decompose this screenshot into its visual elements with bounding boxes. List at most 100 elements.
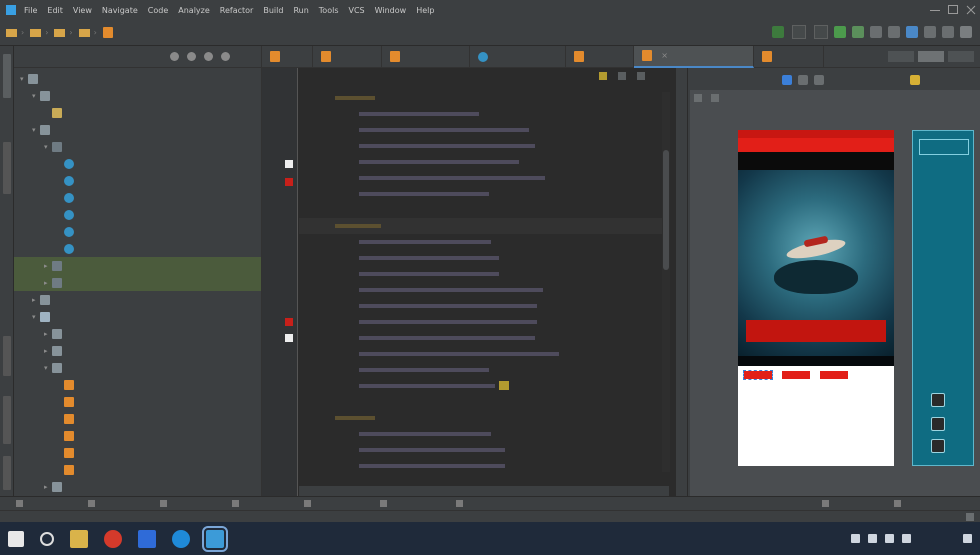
tree-item-class[interactable] <box>14 223 261 240</box>
tree-item-class[interactable] <box>14 155 261 172</box>
tool-todo[interactable] <box>16 500 72 507</box>
menu-file[interactable]: File <box>24 6 37 15</box>
orientation-icon[interactable] <box>798 75 808 85</box>
app-icon[interactable] <box>138 529 156 548</box>
blueprint-button[interactable] <box>931 393 945 407</box>
phone-button[interactable] <box>743 370 773 380</box>
gear-icon[interactable] <box>204 52 213 61</box>
tree-item-manifest-file[interactable] <box>14 104 261 121</box>
blueprint-preview[interactable] <box>912 130 974 466</box>
tree-item-class[interactable] <box>14 172 261 189</box>
expand-arrow-icon[interactable]: ▾ <box>44 143 52 151</box>
movie-poster-image[interactable] <box>738 152 894 366</box>
collapse-arrow-icon[interactable]: ▸ <box>44 262 52 270</box>
tool-terminal[interactable] <box>88 500 144 507</box>
menu-tools[interactable]: Tools <box>319 6 339 15</box>
android-studio-taskbar-icon[interactable] <box>202 525 228 552</box>
color-swatch-icon[interactable] <box>285 178 293 186</box>
menu-analyze[interactable]: Analyze <box>178 6 210 15</box>
close-tab-icon[interactable]: × <box>661 51 668 60</box>
menu-run[interactable]: Run <box>293 6 308 15</box>
tree-item-layout-file[interactable] <box>14 410 261 427</box>
menu-vcs[interactable]: VCS <box>349 6 365 15</box>
favorites-tool-tab[interactable] <box>3 396 11 444</box>
tree-item-package-test[interactable]: ▸ <box>14 274 261 291</box>
sync-icon[interactable] <box>906 26 918 38</box>
collapse-icon[interactable] <box>187 52 196 61</box>
device-select[interactable] <box>814 25 828 39</box>
wifi-icon[interactable] <box>885 533 894 543</box>
build-icon[interactable] <box>772 26 784 38</box>
volume-icon[interactable] <box>902 533 911 543</box>
tree-item-package[interactable]: ▾ <box>14 138 261 155</box>
design-mode-button[interactable] <box>948 51 974 62</box>
tool-event-log[interactable] <box>822 500 878 507</box>
expand-arrow-icon[interactable]: ▾ <box>20 75 28 83</box>
menu-view[interactable]: View <box>73 6 92 15</box>
device-icon[interactable] <box>814 75 824 85</box>
profile-icon[interactable] <box>870 26 882 38</box>
editor-tab[interactable] <box>313 45 383 68</box>
menu-build[interactable]: Build <box>263 6 283 15</box>
blueprint-button[interactable] <box>931 417 945 431</box>
tree-item-drawable[interactable]: ▸ <box>14 325 261 342</box>
run-icon[interactable] <box>834 26 846 38</box>
run-config-select[interactable] <box>792 25 806 39</box>
collapse-arrow-icon[interactable]: ▸ <box>44 330 52 338</box>
editor-tab[interactable] <box>754 45 824 68</box>
zoom-in-icon[interactable] <box>694 94 702 102</box>
avd-manager-icon[interactable] <box>924 26 936 38</box>
build-variants-tab[interactable] <box>3 456 11 490</box>
clock[interactable] <box>921 528 955 548</box>
code-mode-button[interactable] <box>888 51 914 62</box>
arrow-down-icon[interactable] <box>636 72 645 80</box>
zoom-out-icon[interactable] <box>710 94 719 102</box>
menu-edit[interactable]: Edit <box>47 6 63 15</box>
tree-item-manifests[interactable]: ▾ <box>14 87 261 104</box>
close-icon[interactable] <box>966 5 976 15</box>
tool-layout-inspector[interactable] <box>894 500 964 507</box>
editor-tab[interactable] <box>382 45 470 68</box>
editor-scrollbar[interactable] <box>662 92 670 472</box>
tree-item-layout-file[interactable] <box>14 376 261 393</box>
phone-button[interactable] <box>820 371 848 379</box>
tree-item-class[interactable] <box>14 189 261 206</box>
tool-run[interactable] <box>456 500 516 507</box>
browser-icon[interactable] <box>104 529 122 548</box>
color-swatch-icon[interactable] <box>285 160 293 168</box>
tree-item-package-android-test[interactable]: ▸ <box>14 257 261 274</box>
collapse-arrow-icon[interactable]: ▸ <box>44 279 52 287</box>
structure-tool-tab[interactable] <box>3 336 11 376</box>
tree-item-java[interactable]: ▾ <box>14 121 261 138</box>
menu-refactor[interactable]: Refactor <box>220 6 254 15</box>
design-canvas[interactable] <box>690 90 980 496</box>
tree-item-font[interactable]: ▸ <box>14 342 261 359</box>
editor-tab-active[interactable]: × <box>634 45 754 68</box>
collapse-arrow-icon[interactable]: ▸ <box>44 347 52 355</box>
tree-item-layout-file[interactable] <box>14 393 261 410</box>
tree-item-layout-file[interactable] <box>14 427 261 444</box>
collapse-arrow-icon[interactable]: ▸ <box>44 483 52 491</box>
tree-item-layout-file[interactable] <box>14 444 261 461</box>
tool-logcat[interactable] <box>232 500 288 507</box>
split-mode-button[interactable] <box>918 51 944 62</box>
menu-code[interactable]: Code <box>148 6 168 15</box>
resource-manager-tab[interactable] <box>3 142 11 194</box>
editor-tab[interactable] <box>824 46 884 68</box>
tree-item-app[interactable]: ▾ <box>14 70 261 87</box>
expand-arrow-icon[interactable]: ▾ <box>32 126 40 134</box>
tree-item-class[interactable] <box>14 240 261 257</box>
color-swatch-icon[interactable] <box>285 334 293 342</box>
tree-item-layout[interactable]: ▾ <box>14 359 261 376</box>
expand-arrow-icon[interactable]: ▾ <box>44 364 52 372</box>
menu-help[interactable]: Help <box>416 6 434 15</box>
collapse-arrow-icon[interactable]: ▸ <box>32 296 40 304</box>
xml-file-icon[interactable] <box>102 27 113 38</box>
menu-window[interactable]: Window <box>375 6 407 15</box>
locate-icon[interactable] <box>170 52 179 61</box>
expand-arrow-icon[interactable]: ▾ <box>32 92 40 100</box>
stop-icon[interactable] <box>888 26 900 38</box>
editor-tab[interactable] <box>262 45 313 68</box>
app-icon[interactable] <box>172 529 190 548</box>
tree-item-java-generated[interactable]: ▸ <box>14 291 261 308</box>
